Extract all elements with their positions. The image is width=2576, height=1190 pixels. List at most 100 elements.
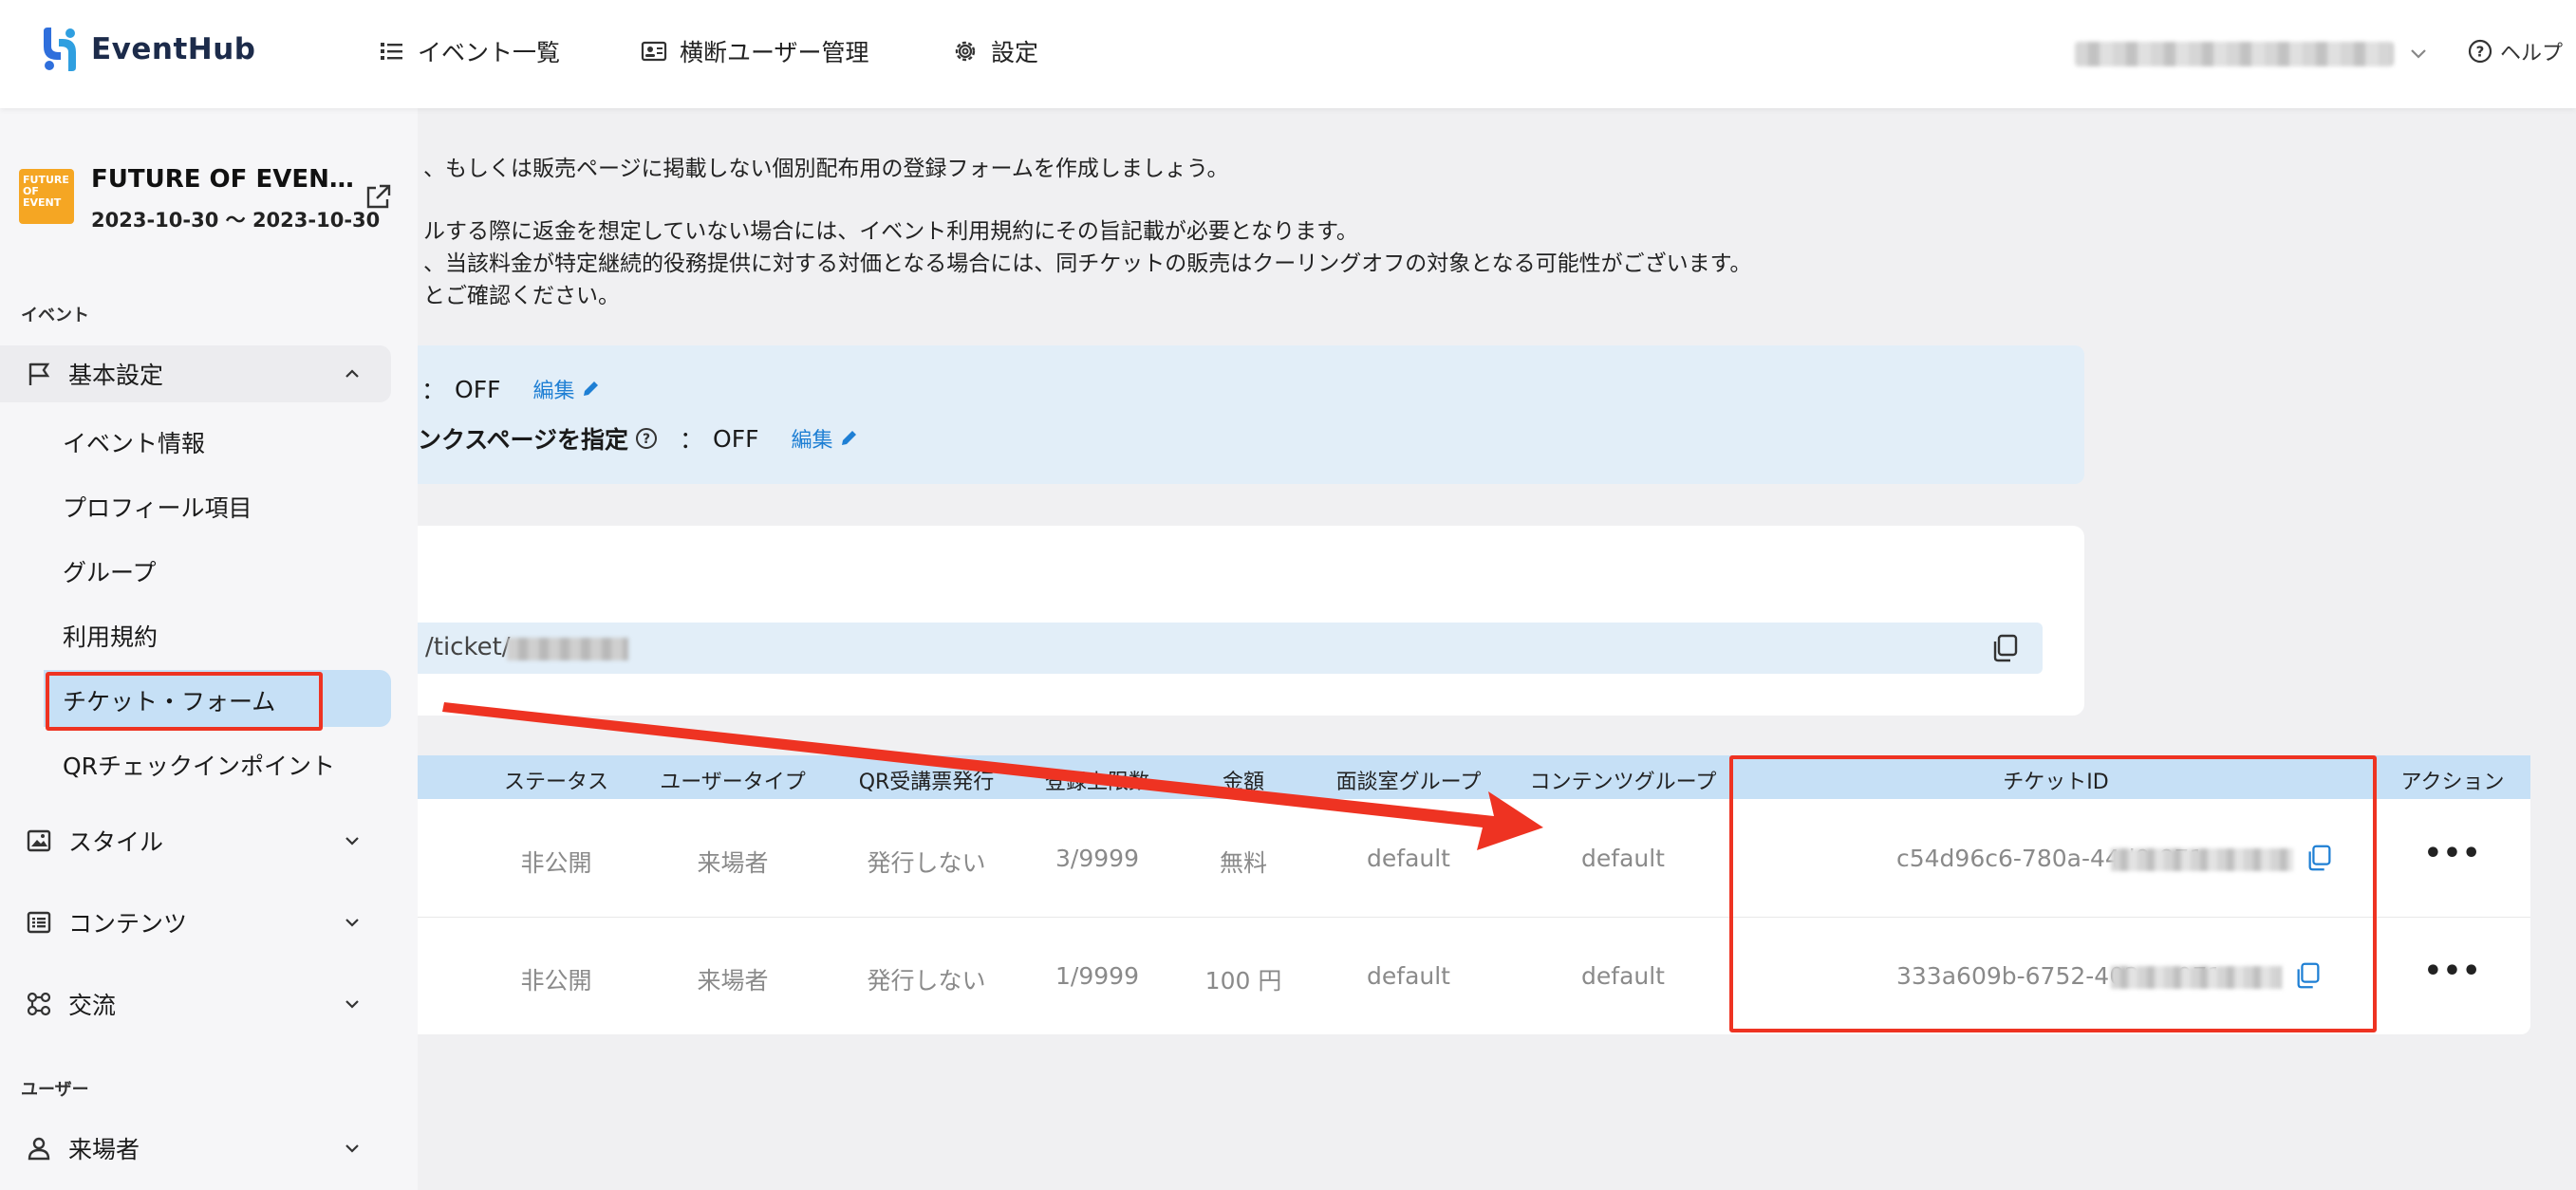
edit-label: 編集 [532, 380, 575, 403]
colon: ： [421, 377, 446, 404]
row2-user-type: 来場者 [697, 967, 769, 995]
row1-content-group: default [1581, 845, 1665, 872]
ticket-url-text: /ticket/ [425, 633, 511, 661]
edit-link-2[interactable]: 編集 [791, 423, 859, 454]
th-content-group: コンテンツグループ [1529, 771, 1717, 794]
row1-limit: 3/9999 [1055, 845, 1139, 872]
row1-user-type: 来場者 [697, 849, 769, 877]
sidebar-item-terms[interactable]: 利用規約 [63, 619, 158, 653]
row1-price: 無料 [1219, 849, 1268, 877]
row2-limit: 1/9999 [1055, 962, 1139, 990]
help-icon: ? [2468, 39, 2492, 64]
chevron-down-icon[interactable] [2405, 40, 2432, 66]
svg-text:?: ? [643, 432, 650, 447]
help-link[interactable]: ? ヘルプ [2468, 34, 2563, 68]
description-line-2: ルする際に返金を想定していない場合には、イベント利用規約にその旨記載が必要となり… [423, 219, 1358, 244]
person-icon [28, 1137, 50, 1161]
ticket-id-highlight-box [1729, 755, 2377, 1032]
description-line-3: 、当該料金が特定継続的役務提供に対する対価となる場合には、同チケットの販売はクー… [423, 251, 1752, 276]
network-icon [27, 992, 51, 1016]
logo-text: EventHub [91, 32, 256, 66]
th-qr: QR受講票発行 [858, 771, 995, 794]
svg-text:?: ? [2476, 44, 2485, 61]
menu-basic-settings[interactable]: 基本設定 [0, 345, 391, 402]
event-title: FUTURE OF EVEN… [91, 165, 354, 194]
redacted-url-part [507, 638, 628, 660]
nav-label: 横断ユーザー管理 [680, 39, 869, 66]
menu-label: スタイル [68, 828, 164, 856]
help-label: ヘルプ [2500, 42, 2564, 65]
row1-actions-menu[interactable]: ••• [2424, 837, 2482, 870]
colon: ： [680, 426, 704, 454]
section-label-user: ユーザー [21, 1080, 89, 1100]
id-card-icon [641, 41, 667, 62]
external-link-icon[interactable] [363, 182, 393, 213]
row2-actions-menu[interactable]: ••• [2424, 955, 2482, 988]
sidebar: FUTURE OF EVENT FUTURE OF EVEN… 2023-10-… [0, 108, 418, 1190]
event-thumbnail: FUTURE OF EVENT [19, 169, 74, 224]
th-user-type: ユーザータイプ [660, 771, 806, 794]
row2-content-group: default [1581, 962, 1665, 990]
row1-qr: 発行しない [867, 849, 986, 877]
copy-icon[interactable] [1989, 632, 2022, 664]
menu-label: 基本設定 [68, 362, 164, 389]
user-account-menu[interactable] [2075, 42, 2394, 66]
menu-contents[interactable]: コンテンツ [0, 894, 391, 951]
tickets-forms-highlight-box [46, 672, 323, 731]
edit-link-1[interactable]: 編集 [532, 374, 601, 404]
nav-label: イベント一覧 [418, 39, 561, 66]
info-row-2: ンクスページを指定 ? ： OFF 編集 [418, 421, 859, 456]
nav-settings[interactable]: 設定 [951, 28, 1038, 74]
nav-cross-user-management[interactable]: 横断ユーザー管理 [640, 28, 869, 74]
chevron-down-icon [345, 1000, 359, 1009]
ticket-url-field[interactable]: /ticket/ [418, 623, 2043, 674]
logo-icon [44, 28, 76, 71]
settings-info-box: ： OFF 編集 ンクスページを指定 ? ： OFF 編集 [418, 345, 2084, 484]
info-row-1: ： OFF 編集 [421, 372, 601, 406]
row2-price: 100 円 [1204, 967, 1282, 995]
chevron-down-icon [345, 837, 359, 846]
row2-status: 非公開 [520, 967, 592, 995]
pencil-icon [842, 431, 857, 445]
row1-room-group: default [1367, 845, 1450, 872]
event-dates: 2023-10-30 〜 2023-10-30 [91, 209, 381, 232]
chevron-up-icon [345, 369, 359, 378]
sidebar-item-groups[interactable]: グループ [63, 554, 157, 588]
info-value-1: OFF [455, 375, 501, 403]
row2-qr: 発行しない [867, 967, 986, 995]
gear-icon [955, 41, 976, 62]
edit-label: 編集 [791, 429, 833, 453]
flag-icon [28, 363, 50, 385]
eventhub-logo[interactable]: EventHub [38, 25, 256, 74]
menu-label: 来場者 [68, 1136, 140, 1163]
menu-exchange[interactable]: 交流 [0, 976, 391, 1032]
section-label-event: イベント [21, 306, 89, 325]
chevron-down-icon [345, 919, 359, 927]
question-circle-icon[interactable]: ? [634, 426, 659, 451]
sidebar-item-qr-checkin[interactable]: QRチェックインポイント [63, 748, 335, 782]
row2-room-group: default [1367, 962, 1450, 990]
nav-label: 設定 [991, 39, 1039, 66]
description-line-1: 、もしくは販売ページに掲載しない個別配布用の登録フォームを作成しましょう。 [423, 157, 1229, 181]
menu-style[interactable]: スタイル [0, 812, 391, 869]
info-label-2: ンクスページを指定 [418, 426, 629, 454]
ticket-url-card: /ticket/ [418, 526, 2084, 716]
th-status: ステータス [503, 771, 609, 794]
menu-visitors[interactable]: 来場者 [0, 1120, 391, 1177]
list-icon [381, 43, 402, 60]
chevron-down-icon [345, 1144, 359, 1153]
image-icon [27, 829, 51, 852]
th-price: 金額 [1222, 771, 1265, 794]
info-value-2: OFF [713, 424, 759, 453]
sidebar-item-event-info[interactable]: イベント情報 [63, 425, 205, 459]
th-room-group: 面談室グループ [1335, 771, 1482, 794]
event-thumb-text: FUTURE OF EVENT [23, 174, 69, 209]
list-box-icon [27, 911, 51, 934]
pencil-icon [584, 381, 599, 396]
menu-label: コンテンツ [68, 910, 188, 938]
sidebar-item-profile-fields[interactable]: プロフィール項目 [63, 490, 252, 524]
top-header: EventHub イベント一覧 横断ユーザー管理 設定 ? ヘルプ [0, 0, 2576, 108]
row1-status: 非公開 [520, 849, 592, 877]
th-limit: 登録上限数 [1044, 771, 1150, 794]
nav-event-list[interactable]: イベント一覧 [378, 28, 560, 74]
